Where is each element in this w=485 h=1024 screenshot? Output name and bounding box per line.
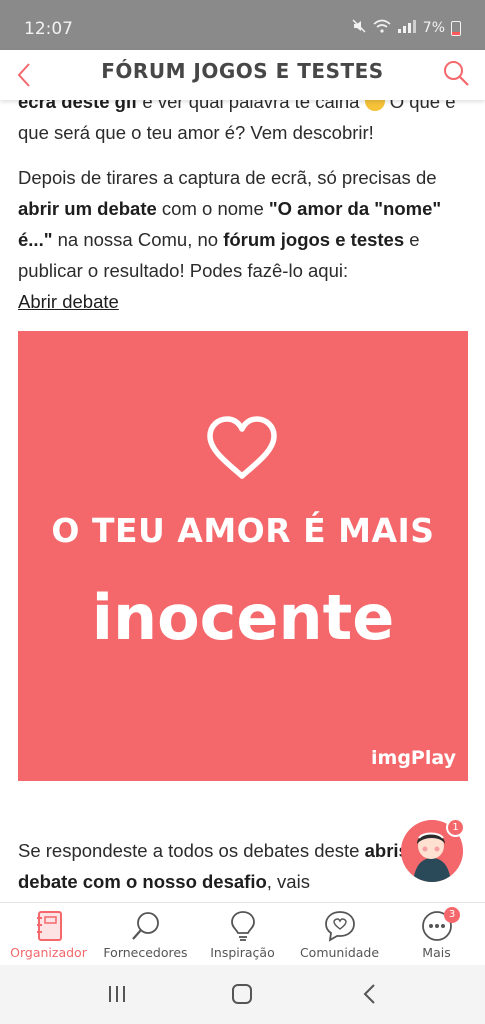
wifi-icon (373, 19, 391, 37)
nav-item-organizador[interactable]: Organizador (0, 903, 97, 965)
search-button[interactable] (441, 56, 471, 90)
recent-apps-icon[interactable] (106, 983, 128, 1005)
status-bar: 12:07 7% (0, 0, 485, 50)
page-title: FÓRUM JOGOS E TESTES (101, 59, 384, 83)
bottom-navigation: Organizador Fornecedores Inspiração Comu… (0, 902, 485, 965)
chat-heart-icon (324, 911, 355, 942)
heart-icon (207, 416, 277, 479)
nav-item-fornecedores[interactable]: Fornecedores (97, 903, 194, 965)
banner-line2: inocente (91, 581, 395, 654)
kiss-emoji-icon (364, 100, 389, 113)
banner-line1: O TEU AMOR É MAIS (51, 511, 435, 550)
intro-paragraph: ecrã deste gif e ver qual palavra te cal… (18, 100, 471, 148)
mute-icon (351, 18, 367, 38)
app-header: FÓRUM JOGOS E TESTES (0, 50, 485, 100)
notification-badge: 3 (444, 907, 460, 923)
nav-label: Inspiração (210, 945, 275, 960)
system-navigation-bar (0, 965, 485, 1024)
nav-item-comunidade[interactable]: Comunidade (291, 903, 388, 965)
battery-percent: 7% (422, 20, 445, 36)
search-icon (131, 912, 159, 940)
signal-icon (397, 19, 417, 37)
battery-icon (451, 20, 461, 36)
article-content: ecrã deste gif e ver qual palavra te cal… (0, 100, 485, 902)
search-icon (444, 61, 469, 86)
open-debate-link[interactable]: Abrir debate (18, 291, 119, 312)
back-nav-icon[interactable] (360, 983, 380, 1005)
planner-icon (36, 911, 62, 941)
nav-label: Mais (422, 945, 451, 960)
nav-item-mais[interactable]: 3 Mais (388, 903, 485, 965)
status-icons: 7% (351, 18, 461, 38)
nav-item-inspiracao[interactable]: Inspiração (194, 903, 291, 965)
nav-label: Fornecedores (103, 945, 188, 960)
lightbulb-icon (230, 911, 255, 941)
intro-bold: ecrã deste gif (18, 100, 138, 112)
imgplay-watermark: imgPlay (371, 747, 456, 769)
assistant-badge: 1 (446, 818, 465, 837)
nav-label: Organizador (10, 945, 87, 960)
status-time: 12:07 (24, 19, 73, 39)
back-button[interactable] (10, 58, 38, 92)
result-banner-image: O TEU AMOR É MAIS inocente imgPlay (18, 331, 468, 781)
nav-label: Comunidade (299, 945, 380, 960)
home-icon[interactable] (230, 983, 254, 1005)
instructions-paragraph: Depois de tirares a captura de ecrã, só … (18, 167, 442, 312)
chevron-left-icon (17, 63, 30, 87)
